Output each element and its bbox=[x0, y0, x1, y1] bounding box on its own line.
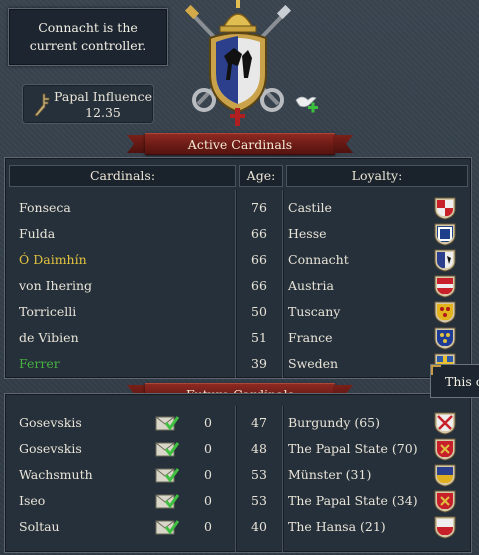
envelope-check-icon[interactable] bbox=[155, 492, 180, 510]
controller-info: Connacht is the current controller. bbox=[8, 8, 168, 66]
papal-influence-value: 12.35 bbox=[85, 105, 121, 120]
future-cardinal-age: 48 bbox=[251, 441, 267, 456]
future-cardinals-panel: Gosevskis 0 47 Burgundy (65) Gosevskis 0 48 The… bbox=[4, 393, 472, 553]
cardinal-name: von Ihering bbox=[19, 278, 93, 293]
future-cardinal-row[interactable]: Iseo 0 53 The Papal State (34) bbox=[5, 488, 471, 514]
cardinal-row[interactable]: Fulda 66 Hesse bbox=[5, 221, 471, 247]
envelope-check-icon[interactable] bbox=[155, 466, 180, 484]
future-cardinal-loyalty: Burgundy (65) bbox=[288, 415, 381, 430]
papal-shield-icon[interactable] bbox=[433, 489, 457, 513]
cardinal-name: Ó Daimhín bbox=[19, 252, 87, 267]
cardinal-age: 66 bbox=[251, 278, 267, 293]
papal-crest-icon[interactable] bbox=[178, 0, 298, 128]
controller-text: Connacht is the current controller. bbox=[29, 20, 147, 53]
future-cardinal-loyalty: Münster (31) bbox=[288, 467, 372, 482]
cardinal-age: 76 bbox=[251, 200, 267, 215]
cardinal-name: Fonseca bbox=[19, 200, 71, 215]
tooltip-text: This c bbox=[445, 374, 479, 389]
france-shield-icon[interactable] bbox=[433, 326, 457, 350]
cardinal-age: 66 bbox=[251, 226, 267, 241]
dove-add-icon[interactable] bbox=[294, 92, 320, 116]
future-cardinal-loyalty: The Papal State (34) bbox=[288, 493, 418, 508]
future-cardinal-invites: 0 bbox=[204, 415, 212, 430]
cardinal-name: de Vibien bbox=[19, 330, 79, 345]
future-cardinal-row[interactable]: Wachsmuth 0 53 Münster (31) bbox=[5, 462, 471, 488]
future-cardinal-name: Iseo bbox=[19, 493, 46, 508]
cardinal-row[interactable]: de Vibien 51 France bbox=[5, 325, 471, 351]
future-cardinal-name: Gosevskis bbox=[19, 415, 82, 430]
future-cardinal-age: 53 bbox=[251, 493, 267, 508]
future-cardinal-name: Gosevskis bbox=[19, 441, 82, 456]
future-cardinal-row[interactable]: Gosevskis 0 48 The Papal State (70) bbox=[5, 436, 471, 462]
cardinal-name: Torricelli bbox=[19, 304, 77, 319]
future-cardinal-invites: 0 bbox=[204, 519, 212, 534]
hesse-shield-icon[interactable] bbox=[433, 222, 457, 246]
future-cardinal-loyalty: The Hansa (21) bbox=[288, 519, 386, 534]
future-cardinal-age: 40 bbox=[251, 519, 267, 534]
burgundy-shield-icon[interactable] bbox=[433, 411, 457, 435]
tooltip-corner bbox=[431, 365, 441, 375]
cardinal-row[interactable]: Ó Daimhín 66 Connacht bbox=[5, 247, 471, 273]
cardinal-loyalty: Austria bbox=[288, 278, 334, 293]
future-cardinal-name: Soltau bbox=[19, 519, 60, 534]
cardinal-row[interactable]: von Ihering 66 Austria bbox=[5, 273, 471, 299]
header-age: Age: bbox=[239, 165, 283, 187]
cardinal-name: Fulda bbox=[19, 226, 56, 241]
cardinal-row[interactable]: Fonseca 76 Castile bbox=[5, 195, 471, 221]
envelope-check-icon[interactable] bbox=[155, 440, 180, 458]
cardinal-age: 39 bbox=[251, 356, 267, 371]
cardinal-loyalty: Connacht bbox=[288, 252, 349, 267]
papal-influence-label: Papal Influence bbox=[54, 89, 152, 104]
envelope-check-icon[interactable] bbox=[155, 518, 180, 536]
future-cardinal-name: Wachsmuth bbox=[19, 467, 93, 482]
austria-shield-icon[interactable] bbox=[433, 274, 457, 298]
cardinal-age: 50 bbox=[251, 304, 267, 319]
tuscany-shield-icon[interactable] bbox=[433, 300, 457, 324]
future-cardinal-invites: 0 bbox=[204, 493, 212, 508]
connacht-shield-icon[interactable] bbox=[433, 248, 457, 272]
hansa-shield-icon[interactable] bbox=[433, 515, 457, 539]
papal-influence-box: Papal Influence 12.35 bbox=[22, 84, 154, 124]
cardinal-age: 51 bbox=[251, 330, 267, 345]
munster-shield-icon[interactable] bbox=[433, 463, 457, 487]
active-cardinals-banner: Active Cardinals bbox=[120, 131, 360, 157]
future-cardinal-age: 47 bbox=[251, 415, 267, 430]
papal-shield-icon[interactable] bbox=[433, 437, 457, 461]
cardinal-loyalty: France bbox=[288, 330, 333, 345]
castile-shield-icon[interactable] bbox=[433, 196, 457, 220]
header-cardinals: Cardinals: bbox=[9, 165, 236, 187]
active-cardinals-panel: Cardinals: Age: Loyalty: Fonseca 76 Castil… bbox=[4, 157, 472, 379]
cardinal-row[interactable]: Torricelli 50 Tuscany bbox=[5, 299, 471, 325]
future-cardinal-row[interactable]: Gosevskis 0 47 Burgundy (65) bbox=[5, 410, 471, 436]
tooltip: This c bbox=[430, 364, 479, 398]
future-cardinal-row[interactable]: Soltau 0 40 The Hansa (21) bbox=[5, 514, 471, 540]
active-cardinals-title: Active Cardinals bbox=[145, 133, 335, 155]
cardinal-loyalty: Castile bbox=[288, 200, 332, 215]
cardinal-name: Ferrer bbox=[19, 356, 60, 371]
cardinal-loyalty: Hesse bbox=[288, 226, 327, 241]
future-cardinal-invites: 0 bbox=[204, 467, 212, 482]
future-cardinal-invites: 0 bbox=[204, 441, 212, 456]
cardinal-loyalty: Tuscany bbox=[288, 304, 341, 319]
cardinal-row[interactable]: Ferrer 39 Sweden bbox=[5, 351, 471, 377]
cardinal-loyalty: Sweden bbox=[288, 356, 339, 371]
future-cardinal-age: 53 bbox=[251, 467, 267, 482]
future-cardinal-loyalty: The Papal State (70) bbox=[288, 441, 418, 456]
header-loyalty: Loyalty: bbox=[286, 165, 468, 187]
cardinal-age: 66 bbox=[251, 252, 267, 267]
envelope-check-icon[interactable] bbox=[155, 414, 180, 432]
papal-cross-icon bbox=[34, 93, 50, 117]
